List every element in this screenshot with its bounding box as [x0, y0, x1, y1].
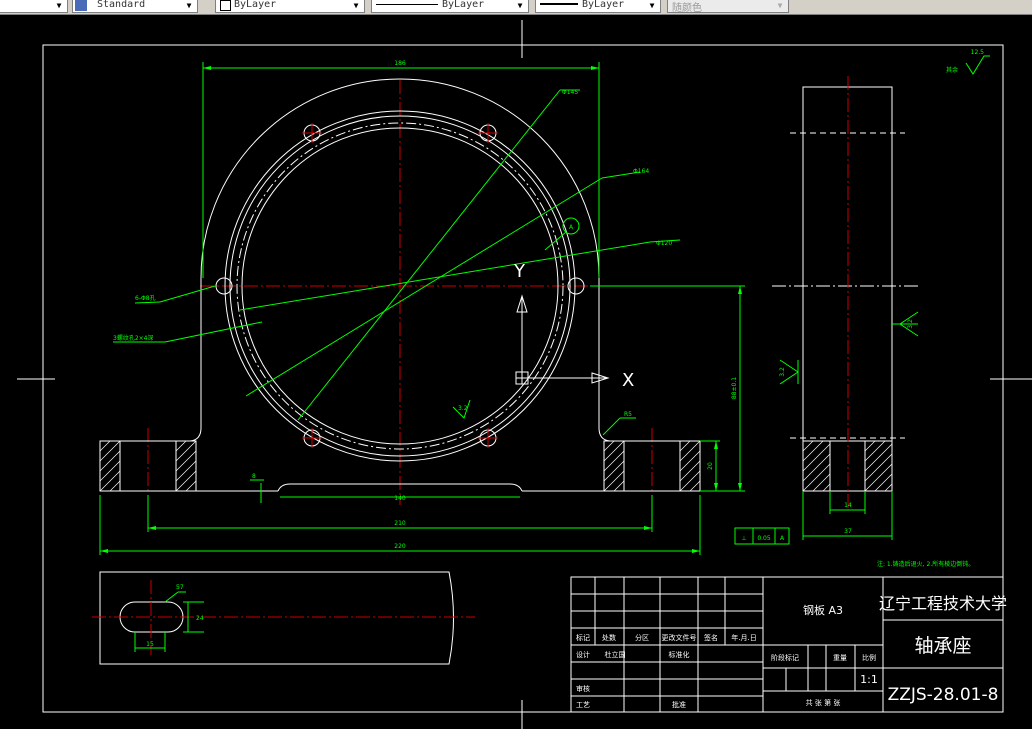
slot-detail-view	[92, 571, 475, 665]
linetype-value: ByLayer	[442, 0, 485, 10]
drawing-text: 186 Φ145 Φ164 Φ120 6-Φ8孔 3螺纹孔2×4深 140 21…	[113, 49, 984, 648]
tb-stage: 阶段标记	[771, 653, 799, 662]
side-view	[772, 55, 990, 540]
dim-d-mid: Φ164	[633, 168, 649, 175]
tb-std: 标准化	[669, 650, 690, 659]
tb-scale-label: 比例	[862, 653, 876, 662]
chevron-down-icon[interactable]: ▼	[350, 0, 362, 12]
dim-d-outer: Φ145	[562, 89, 578, 96]
layer-value: ByLayer	[234, 0, 277, 10]
tb-school: 辽宁工程技术大学	[879, 594, 1007, 613]
tol-ref: A	[780, 535, 785, 542]
textstyle-icon	[75, 0, 87, 11]
drawing-frame	[17, 20, 1032, 729]
front-dimensions	[99, 62, 745, 555]
lineweight-value: ByLayer	[582, 0, 625, 10]
tb-process: 工艺	[576, 701, 590, 709]
lineweight-sample-icon	[540, 3, 578, 5]
dim-base-inner: 210	[394, 520, 406, 527]
dim-slot-h: 24	[196, 615, 204, 622]
ucs-text: Y X	[513, 261, 634, 391]
textstyle-value: Standard	[97, 0, 146, 10]
color-swatch-icon	[220, 0, 231, 11]
dim-slot-l: 15	[146, 641, 154, 648]
color-dropdown[interactable]: 随颜色 ▼	[667, 0, 789, 14]
linetype-dropdown[interactable]: ByLayer ▼	[371, 0, 529, 13]
tb-drawing-no: ZZJS-28.01-8	[888, 685, 999, 705]
tb-scale: 1:1	[860, 673, 878, 686]
corner-val: 12.5	[971, 49, 985, 56]
chevron-down-icon[interactable]: ▼	[646, 0, 658, 12]
tb-review: 审核	[576, 684, 590, 693]
chevron-down-icon[interactable]: ▼	[53, 0, 65, 12]
dim-d-bolt: Φ120	[656, 240, 672, 247]
x-axis-label: X	[622, 370, 634, 391]
dim-holes: 6-Φ8孔	[135, 294, 156, 302]
dim-side-r-l: 3.2	[779, 367, 786, 377]
tb-weight: 重量	[833, 654, 847, 662]
tb-sheets: 共 张 第 张	[806, 698, 841, 707]
dim-base-total: 220	[394, 543, 406, 550]
tb-docno: 更改文件号	[662, 633, 697, 642]
chevron-down-icon[interactable]: ▼	[514, 0, 526, 12]
datum-a: A	[569, 224, 574, 231]
dim-slot-w: 57	[176, 584, 184, 591]
dim-base-h: 20	[707, 462, 714, 470]
tb-designer: 杜立国	[605, 650, 626, 659]
chevron-down-icon[interactable]: ▼	[774, 0, 786, 12]
dim-top-width: 186	[394, 60, 406, 67]
tol-val: 0.05	[757, 535, 771, 542]
prev-dropdown[interactable]: ▼	[0, 0, 68, 13]
note: 注: 1.铸造后退火, 2.所有棱边倒钝。	[877, 560, 974, 568]
tol-sym: ⊥	[741, 535, 746, 542]
y-axis-label: Y	[513, 261, 526, 282]
corner-label: 其余	[946, 66, 958, 74]
chevron-down-icon[interactable]: ▼	[183, 0, 195, 12]
properties-toolbar: ▼ Standard ▼ ByLayer ▼ ByLayer ▼ ByLayer…	[0, 0, 1032, 15]
lineweight-dropdown[interactable]: ByLayer ▼	[535, 0, 661, 13]
dim-height: 88±0.1	[731, 377, 738, 399]
tb-mark: 标记	[576, 633, 590, 642]
tb-sign: 签名	[704, 633, 718, 642]
tb-count: 处数	[602, 633, 616, 642]
color-value: 随颜色	[672, 3, 702, 14]
layer-dropdown[interactable]: ByLayer ▼	[215, 0, 365, 13]
dim-left-off: 8	[252, 473, 256, 480]
dim-thread: 3螺纹孔2×4深	[113, 334, 153, 342]
textstyle-dropdown[interactable]: Standard ▼	[72, 0, 198, 13]
dim-side-r-r: 3.2	[907, 319, 914, 329]
tb-part-name: 轴承座	[914, 635, 971, 657]
tb-design: 设计	[576, 650, 590, 659]
dim-r5: R5	[624, 411, 632, 418]
line-sample-icon	[376, 4, 438, 5]
dim-base-gap: 140	[394, 495, 406, 502]
tb-material: 钢板 A3	[803, 603, 843, 617]
dim-roughness-small: 3.2	[458, 405, 468, 412]
drawing-canvas[interactable]: 186 Φ145 Φ164 Φ120 6-Φ8孔 3螺纹孔2×4深 140 21…	[0, 14, 1032, 729]
dim-side-total: 37	[844, 528, 852, 535]
tb-date: 年.月.日	[731, 633, 756, 642]
ucs-axis-icon	[515, 294, 610, 385]
dim-side-inner: 14	[844, 502, 852, 509]
tb-zone: 分区	[635, 633, 649, 642]
tb-approve: 批准	[672, 700, 686, 709]
